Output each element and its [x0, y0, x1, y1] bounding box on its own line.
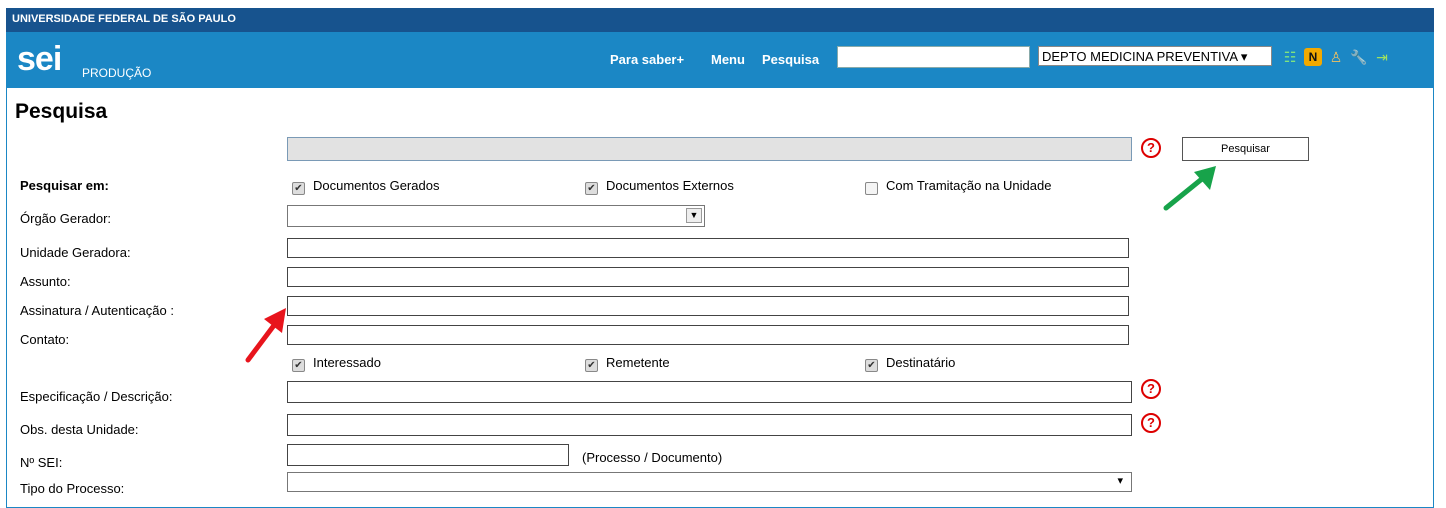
checkbox-icon: ✔ [292, 182, 305, 195]
unidade-geradora-label: Unidade Geradora: [20, 245, 131, 260]
green-arrow-annotation [1163, 166, 1216, 211]
assinatura-input[interactable] [287, 296, 1129, 316]
help-icon-especificacao[interactable]: ? [1141, 379, 1161, 399]
checkbox-label: Documentos Gerados [313, 178, 440, 193]
header-icons: ☷ N ♙ 🔧 ⇥ [1281, 48, 1396, 68]
sei-logo[interactable]: sei [17, 40, 62, 79]
institution-name: UNIVERSIDADE FEDERAL DE SÃO PAULO [12, 13, 236, 25]
list-icon[interactable]: ☷ [1281, 48, 1299, 66]
help-icon-search[interactable]: ? [1141, 138, 1161, 158]
numero-sei-input[interactable] [287, 444, 569, 466]
tipo-processo-select[interactable]: ▾ [287, 472, 1132, 492]
checkbox-documentos-externos[interactable]: ✔ Documentos Externos [585, 178, 734, 195]
checkbox-icon: ✔ [585, 359, 598, 372]
assunto-input[interactable] [287, 267, 1129, 287]
especificacao-input[interactable] [287, 381, 1132, 403]
tipo-processo-label: Tipo do Processo: [20, 481, 125, 496]
checkbox-com-tramitacao[interactable]: ✔ Com Tramitação na Unidade [865, 178, 1051, 195]
contato-input[interactable] [287, 325, 1129, 345]
orgao-gerador-select[interactable]: ▼ [287, 205, 705, 227]
assunto-label: Assunto: [20, 274, 71, 289]
checkbox-label: Destinatário [886, 355, 956, 370]
contato-label: Contato: [20, 332, 70, 347]
nav-link-pesquisa[interactable]: Pesquisa [762, 52, 819, 67]
exit-icon[interactable]: ⇥ [1373, 48, 1391, 66]
app-header: sei PRODUÇÃO Para saber+ Menu Pesquisa D… [6, 32, 1434, 88]
checkbox-remetente[interactable]: ✔ Remetente [585, 355, 670, 372]
chevron-down-icon: ▼ [686, 208, 702, 223]
obs-unidade-label: Obs. desta Unidade: [20, 422, 139, 437]
institution-bar: UNIVERSIDADE FEDERAL DE SÃO PAULO [6, 8, 1434, 32]
n-badge-icon[interactable]: N [1304, 48, 1322, 66]
checkbox-icon: ✔ [585, 182, 598, 195]
checkbox-label: Com Tramitação na Unidade [886, 178, 1052, 193]
obs-unidade-input[interactable] [287, 414, 1132, 436]
checkbox-destinatario[interactable]: ✔ Destinatário [865, 355, 955, 372]
orgao-gerador-label: Órgão Gerador: [20, 211, 112, 226]
environment-label: PRODUÇÃO [82, 66, 152, 80]
checkbox-label: Documentos Externos [606, 178, 734, 193]
user-icon[interactable]: ♙ [1327, 48, 1345, 66]
assinatura-label: Assinatura / Autenticação : [20, 303, 174, 318]
nav-link-para-saber[interactable]: Para saber+ [610, 52, 684, 67]
unidade-geradora-input[interactable] [287, 238, 1129, 258]
checkbox-label: Remetente [606, 355, 670, 370]
full-text-search-input[interactable] [287, 137, 1132, 161]
unit-select[interactable]: DEPTO MEDICINA PREVENTIVA ▾ [1038, 46, 1272, 66]
checkbox-documentos-gerados[interactable]: ✔ Documentos Gerados [292, 178, 439, 195]
red-arrow-annotation [245, 308, 286, 363]
checkbox-interessado[interactable]: ✔ Interessado [292, 355, 381, 372]
numero-sei-hint: (Processo / Documento) [582, 450, 723, 465]
checkbox-icon: ✔ [865, 359, 878, 372]
checkbox-icon: ✔ [865, 182, 878, 195]
nav-link-menu[interactable]: Menu [711, 52, 745, 67]
pesquisar-em-label: Pesquisar em: [20, 178, 109, 193]
page-title: Pesquisa [15, 100, 108, 123]
dropdown-arrow-icon: ▾ [1117, 475, 1123, 487]
numero-sei-label: Nº SEI: [20, 455, 63, 470]
wrench-icon[interactable]: 🔧 [1350, 48, 1368, 66]
especificacao-label: Especificação / Descrição: [20, 389, 173, 404]
search-button[interactable]: Pesquisar [1182, 137, 1309, 161]
checkbox-label: Interessado [313, 355, 381, 370]
checkbox-icon: ✔ [292, 359, 305, 372]
help-icon-obs[interactable]: ? [1141, 413, 1161, 433]
header-search-input[interactable] [837, 46, 1030, 68]
